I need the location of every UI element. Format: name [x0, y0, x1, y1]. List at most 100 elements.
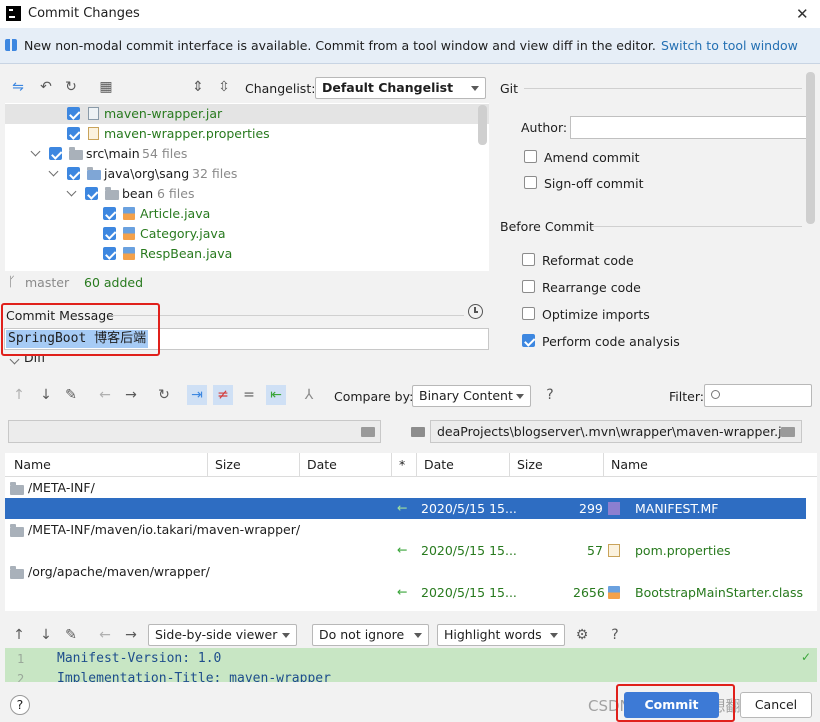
rearrange-code-label: Rearrange code: [542, 280, 641, 295]
column-header-size2[interactable]: Size: [510, 453, 604, 476]
rearrange-code-checkbox[interactable]: [522, 280, 535, 293]
right-path-field[interactable]: deaProjects\blogserver\.mvn\wrapper\mave…: [430, 420, 802, 443]
jar-file-icon: [88, 107, 99, 120]
chevron-down-icon[interactable]: [66, 186, 77, 197]
group-by-icon[interactable]: ▦: [96, 77, 116, 97]
highlight-box-commit-message: [1, 303, 160, 356]
diff-collapse-chevron-icon[interactable]: [9, 354, 20, 365]
column-header-size[interactable]: Size: [208, 453, 300, 476]
amend-commit-checkbox[interactable]: [524, 150, 537, 163]
collapse-all-icon[interactable]: ⇳: [214, 77, 234, 97]
compare-by-dropdown[interactable]: Binary Content: [412, 385, 531, 407]
arrow-right-icon[interactable]: →: [121, 385, 141, 405]
arrow-up-icon[interactable]: ↑: [9, 625, 29, 645]
file-name: maven-wrapper.jar: [104, 106, 223, 121]
help-icon[interactable]: ?: [540, 385, 560, 405]
cancel-button-label: Cancel: [754, 697, 798, 712]
history-clock-icon[interactable]: [468, 304, 483, 319]
arrow-down-icon[interactable]: ↓: [36, 625, 56, 645]
column-header-date[interactable]: Date: [300, 453, 392, 476]
switch-tool-window-link[interactable]: Switch to tool window: [661, 38, 798, 53]
author-input[interactable]: [570, 116, 810, 139]
not-equal-icon[interactable]: ≠: [213, 385, 233, 405]
chevron-down-icon[interactable]: [48, 166, 59, 177]
expand-all-icon[interactable]: ⇕: [188, 77, 208, 97]
arrow-left-icon: ←: [397, 500, 408, 515]
help-button[interactable]: ?: [10, 695, 30, 715]
column-header-star[interactable]: *: [392, 453, 417, 476]
arrow-left-icon[interactable]: ←: [95, 385, 115, 405]
signoff-commit-checkbox[interactable]: [524, 176, 537, 189]
left-only-icon[interactable]: ⇤: [266, 385, 286, 405]
table-row-selected[interactable]: ← 2020/5/15 15... 299 MANIFEST.MF: [5, 498, 806, 519]
table-row[interactable]: /META-INF/: [5, 477, 817, 498]
table-row[interactable]: /org/apache/maven/wrapper/: [5, 561, 817, 582]
equal-icon[interactable]: =: [239, 385, 259, 405]
column-header-date2[interactable]: Date: [417, 453, 510, 476]
table-row[interactable]: /META-INF/maven/io.takari/maven-wrapper/: [5, 519, 817, 540]
optimize-imports-checkbox[interactable]: [522, 307, 535, 320]
checkbox[interactable]: [85, 187, 98, 200]
changelist-dropdown[interactable]: Default Changelist: [315, 77, 486, 99]
help-icon[interactable]: ?: [605, 625, 625, 645]
edit-icon[interactable]: ✎: [61, 385, 81, 405]
checkbox[interactable]: [67, 167, 80, 180]
search-icon: [711, 390, 720, 399]
viewer-dropdown[interactable]: Side-by-side viewer: [148, 624, 297, 646]
table-row[interactable]: ← 2020/5/15 15... 57 pom.properties: [5, 540, 817, 561]
highlight-box-commit-button: [616, 684, 735, 722]
chevron-down-icon[interactable]: [30, 146, 41, 157]
tree-scrollbar[interactable]: [478, 105, 487, 145]
file-name: Article.java: [140, 206, 211, 221]
banner-text: New non-modal commit interface is availa…: [24, 38, 656, 53]
checkbox[interactable]: [103, 247, 116, 260]
right-path-folder-icon: [411, 427, 425, 437]
filter-label: Filter:: [669, 389, 704, 404]
checkbox[interactable]: [103, 227, 116, 240]
perform-code-analysis-checkbox[interactable]: [522, 334, 535, 347]
arrow-right-icon[interactable]: →: [121, 625, 141, 645]
viewer-value: Side-by-side viewer: [155, 627, 278, 642]
arrow-up-icon[interactable]: ↑: [9, 385, 29, 405]
arrow-left-icon[interactable]: ←: [95, 625, 115, 645]
diff-editor: 1 Manifest-Version: 1.0 2 Implementation…: [5, 648, 817, 682]
checkbox[interactable]: [67, 107, 80, 120]
checkbox[interactable]: [67, 127, 80, 140]
tree-row-maven-wrapper-jar[interactable]: maven-wrapper.jar: [5, 104, 489, 124]
folder-name: src\main: [86, 146, 140, 161]
gear-icon[interactable]: ⚙: [572, 625, 592, 645]
properties-file-icon: [88, 127, 99, 140]
ignore-dropdown[interactable]: Do not ignore: [312, 624, 429, 646]
refresh-icon[interactable]: ↻: [61, 77, 81, 97]
edit-icon[interactable]: ✎: [61, 625, 81, 645]
highlight-dropdown[interactable]: Highlight words: [437, 624, 565, 646]
compare-contents-icon[interactable]: ⇥: [187, 385, 207, 405]
reformat-code-checkbox[interactable]: [522, 253, 535, 266]
refresh-icon[interactable]: ↻: [154, 385, 174, 405]
merge-icon[interactable]: ⅄: [299, 385, 319, 405]
filter-input[interactable]: [704, 384, 812, 407]
checkbox[interactable]: [103, 207, 116, 220]
folder-browse-icon[interactable]: [781, 427, 795, 437]
right-panel-scrollbar[interactable]: [806, 72, 815, 224]
row-size: 2656: [573, 585, 605, 600]
close-icon[interactable]: ✕: [796, 5, 809, 23]
app-logo-icon: [6, 6, 21, 21]
gift-icon: [5, 39, 17, 51]
row-date: 2020/5/15 15...: [421, 585, 517, 600]
cancel-button[interactable]: Cancel: [740, 692, 812, 718]
java-class-icon: [123, 247, 135, 260]
arrow-down-icon[interactable]: ↓: [36, 385, 56, 405]
column-header-name2[interactable]: Name: [604, 453, 814, 476]
title-bar: Commit Changes ✕: [0, 0, 820, 28]
column-header-name[interactable]: Name: [7, 453, 208, 476]
show-diff-icon[interactable]: ⇋: [8, 77, 28, 97]
before-commit-separator: [592, 226, 802, 227]
table-row[interactable]: ← 2020/5/15 15... 2656 BootstrapMainStar…: [5, 582, 817, 603]
checkbox[interactable]: [49, 147, 62, 160]
left-path-field[interactable]: [8, 420, 381, 443]
row-name: BootstrapMainStarter.class: [635, 585, 803, 600]
rollback-icon[interactable]: ↶: [36, 77, 56, 97]
folder-browse-icon[interactable]: [361, 427, 375, 437]
properties-file-icon: [608, 544, 620, 557]
